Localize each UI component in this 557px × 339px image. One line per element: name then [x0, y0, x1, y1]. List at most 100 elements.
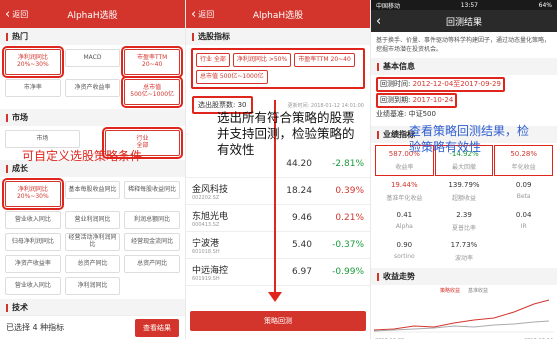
stock-code: 601919.SH: [192, 275, 220, 282]
stock-row[interactable]: 中远海控 601919.SH 6.97 -0.99%: [186, 259, 370, 286]
stock-count: 30: [237, 101, 247, 109]
metric-value: 0.41: [396, 211, 413, 219]
metric-label: Beta: [516, 193, 531, 200]
stock-name: 宁波港: [192, 238, 220, 249]
growth-chip-grid: 净利润同比 20%~30% 基本每股收益同比 稀释每股收益同比 营业收入同比 营业利润同比…: [0, 177, 185, 299]
update-time: 更新时间: 2018-01-12 14:01:00: [287, 102, 364, 109]
metric-cell: 50.28% 年化收益: [494, 145, 553, 176]
section-marker: [192, 32, 194, 41]
stock-name-cell: 东旭光电 000413.SZ: [192, 209, 264, 228]
chevron-left-icon: ‹: [376, 13, 382, 29]
filter-chip[interactable]: 利润总额同比: [124, 211, 180, 229]
stock-price: 9.46: [291, 213, 312, 223]
hot-chip-grid: 净利润同比 20%~30% MACD 市盈率TTM 20~40 市净率 净资产收益率 总市值 5…: [0, 45, 185, 109]
filter-chip[interactable]: 营业收入同比: [5, 277, 61, 295]
filter-chip[interactable]: 归母净利润同比: [5, 233, 61, 251]
metric-label: [494, 243, 553, 247]
section-title: 市场: [12, 113, 28, 122]
indicator-chip[interactable]: 市盈率TTM 20~40: [294, 53, 355, 67]
metric-cell: 17.73% 波动率: [435, 237, 494, 266]
metric-cell: 139.79% 超额收益: [435, 177, 494, 206]
stock-name-cell: 中远海控 601919.SH: [192, 263, 264, 282]
annotation-line-2: 验策略有效性: [409, 140, 482, 154]
backtest-button[interactable]: 策略回测: [190, 311, 366, 331]
status-time: 13:57: [460, 1, 478, 9]
section-marker: [6, 32, 8, 41]
intro-text: 基于换手、价量、事件驱动等科学构建因子，通过动态量化策略，挖掘市场潜在投资机会。: [376, 37, 551, 53]
filter-chip[interactable]: 净资产收益率: [5, 255, 61, 273]
view-results-button[interactable]: 查看结果: [135, 318, 179, 337]
section-title: 基本信息: [383, 62, 415, 71]
filter-chip[interactable]: 市盈率TTM 20~40: [121, 46, 183, 78]
stock-name-cell: 宁波港 601018.SH: [192, 236, 264, 255]
filter-chip[interactable]: 营业收入同比: [5, 211, 61, 229]
carrier: 中国移动: [376, 2, 401, 10]
backtest-time-row: 回测时间: 2012-12-04至2017-09-29: [376, 77, 505, 92]
legend-benchmark: 基准收益: [468, 288, 489, 294]
stock-code: 601018.SH: [192, 248, 220, 255]
filter-chip[interactable]: 净资产收益率: [64, 79, 121, 97]
section-marker: [6, 113, 8, 122]
stock-price: 5.40: [291, 240, 312, 250]
indicator-chip[interactable]: 行业 全部: [196, 53, 230, 67]
section-title: 技术: [12, 303, 28, 312]
metric-label: 超额收益: [451, 195, 476, 202]
section-tech: 技术: [0, 299, 185, 316]
stock-row[interactable]: 宁波港 601018.SH 5.40 -0.37%: [186, 232, 370, 259]
filter-chip[interactable]: MACD: [64, 49, 121, 67]
section-marker: [6, 164, 8, 173]
back-button[interactable]: ‹ 返回: [191, 0, 214, 28]
metric-label: 收益率: [395, 164, 414, 171]
stock-price: 18.24: [286, 186, 312, 196]
filter-chip[interactable]: 市净率: [5, 79, 61, 97]
filter-chip[interactable]: 总资产同比: [124, 255, 180, 273]
back-button[interactable]: ‹: [376, 10, 381, 32]
filter-chip[interactable]: 净利润同比: [64, 277, 121, 295]
stock-price: 44.20: [286, 159, 312, 169]
section-title: 选股指标: [198, 32, 230, 41]
filter-chip[interactable]: 经营现金流同比: [124, 233, 180, 251]
back-button[interactable]: ‹ 返回: [5, 0, 28, 28]
filter-chip[interactable]: 经营活动净利润同比: [64, 233, 121, 251]
stock-change: -0.99%: [332, 267, 364, 277]
stock-row[interactable]: 金风科技 002202.SZ 18.24 0.39%: [186, 178, 370, 205]
filter-chip[interactable]: 净利润同比 20%~30%: [2, 178, 64, 210]
filter-chip[interactable]: 基本每股收益同比: [64, 181, 121, 199]
stock-price: 6.97: [291, 267, 312, 277]
filter-chip[interactable]: 净利润同比 20%~30%: [2, 46, 64, 78]
metric-cell: 0.09 Beta: [494, 177, 553, 206]
metric-cell: [494, 237, 553, 266]
annotation-line-2: 并支持回测，检验策略的: [217, 126, 355, 141]
metric-value: 0.90: [396, 241, 413, 249]
stock-row[interactable]: 44.20 -2.81%: [186, 151, 370, 178]
status-bar: 中国移动 13:57 64%: [371, 0, 557, 10]
metric-label: IR: [520, 223, 527, 230]
backtest-time: 2012-12-04至2017-09-29: [412, 80, 501, 88]
section-title: 热门: [12, 32, 28, 41]
filter-chip[interactable]: 营业利润同比: [64, 211, 121, 229]
backtest-time-label: 回测时间:: [380, 80, 411, 88]
stock-row[interactable]: 东旭光电 000413.SZ 9.46 0.21%: [186, 205, 370, 232]
filter-chip[interactable]: 总资产同比: [64, 255, 121, 273]
indicator-chip[interactable]: 总市值 500亿~1000亿: [196, 70, 268, 84]
battery: 64%: [538, 1, 552, 9]
metric-value: 0.09: [515, 181, 532, 189]
trend-chart: [373, 299, 554, 333]
metric-label: 波动率: [454, 255, 473, 262]
stock-name: 中远海控: [192, 265, 229, 276]
metric-cell: 19.44% 基准年化收益: [375, 177, 434, 206]
metric-label: 夏普比率: [451, 225, 476, 232]
stock-code: 002202.SZ: [192, 194, 220, 201]
filter-chip[interactable]: 稀释每股收益同比: [124, 181, 180, 199]
rebalance-label: 回测到期:: [380, 96, 411, 104]
stock-change: -2.81%: [332, 159, 364, 169]
benchmark-label: 业绩基准:: [376, 110, 407, 118]
backtest-button-label: 策略回测: [264, 317, 292, 325]
screen-stock-filter: ‹ 返回 AlphaH选股 热门 净利润同比 20%~30% MACD 市盈率TTM 2…: [0, 0, 185, 339]
metric-label: 基准年化收益: [386, 195, 423, 202]
filter-chip[interactable]: 市场: [5, 130, 80, 148]
filter-chip[interactable]: 总市值 500亿~1000亿: [121, 76, 183, 108]
stock-change: 0.39%: [335, 186, 364, 196]
section-basic: 基本信息: [371, 58, 557, 75]
indicator-chip[interactable]: 净利润同比 >50%: [232, 53, 292, 67]
